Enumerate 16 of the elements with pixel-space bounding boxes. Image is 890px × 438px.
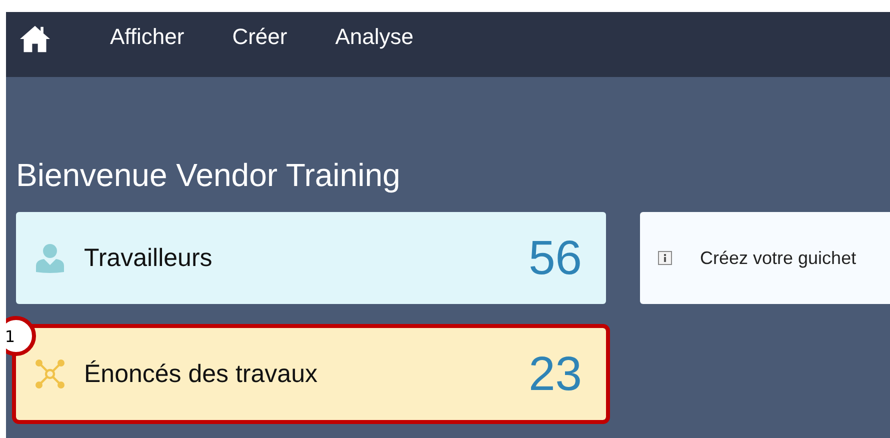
nav-menu-item[interactable]: Afficher <box>110 24 184 50</box>
tile-count: 56 <box>528 230 582 286</box>
tile-label: Énoncés des travaux <box>84 360 318 388</box>
tile-label: Travailleurs <box>84 244 214 272</box>
person-icon <box>34 242 66 274</box>
tile[interactable]: Travailleurs 56 <box>16 212 606 304</box>
home-icon[interactable] <box>18 24 52 54</box>
tile-count: 23 <box>528 346 582 402</box>
tile[interactable]: Énoncés des travaux 23 <box>16 328 606 420</box>
welcome-heading: Bienvenue Vendor Training <box>16 157 402 194</box>
info-text: Créez votre guichet <box>700 248 856 268</box>
callout-number: 1 <box>6 316 36 356</box>
nav-menu-item[interactable]: Analyse <box>335 24 414 50</box>
info-icon <box>658 251 672 265</box>
network-icon <box>34 358 66 390</box>
nav-menu-item[interactable]: Créer <box>232 24 288 50</box>
